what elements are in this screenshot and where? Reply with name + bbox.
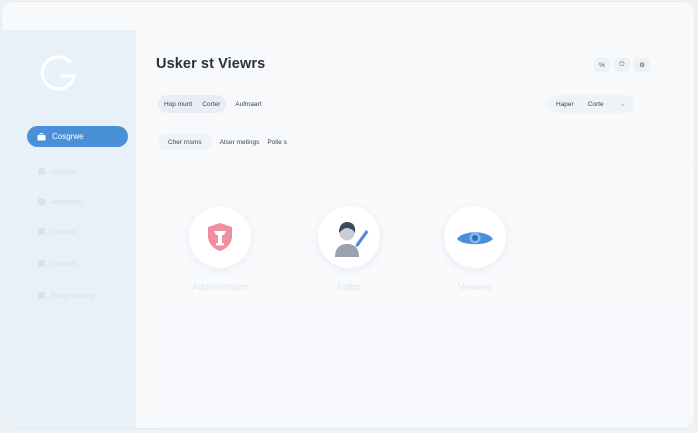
sidebar-item-3[interactable]: Cnogas <box>38 224 130 238</box>
app-logo <box>40 55 76 91</box>
sidebar-item-active[interactable]: Cosgrwe <box>27 126 128 147</box>
role-card-editor[interactable]: Editor <box>289 206 409 293</box>
sidebar-item-4[interactable]: Cslsors <box>38 256 130 270</box>
role-icon-circle <box>444 206 506 268</box>
role-card-administrator[interactable]: Administrator <box>160 206 280 293</box>
filter-select[interactable]: Haper Corte ⌄ <box>548 95 634 113</box>
role-card-viewers[interactable]: Viewers <box>415 206 535 293</box>
user-icon <box>38 167 45 175</box>
filter-select-label: Haper <box>556 100 574 108</box>
role-label: Editor <box>336 282 362 293</box>
secondary-filter-row: Cher rnsms Atser metings Polle s <box>158 134 287 150</box>
filter-link[interactable]: Atser metings <box>220 139 260 146</box>
sidebar: Cosgrwe Gsnens Amnndng Cnogas Cslsors Ba… <box>2 30 136 428</box>
sidebar-item-label: Baag ssmagn <box>51 290 97 300</box>
role-label: Administrator <box>192 282 248 293</box>
sidebar-item-1[interactable]: Gsnens <box>38 164 130 178</box>
chevron-down-icon: ⌄ <box>619 101 626 108</box>
header-actions: % ⏻ ⚙ <box>594 58 650 72</box>
filter-link[interactable]: Polle s <box>267 139 287 146</box>
eye-icon <box>457 232 493 245</box>
filter-bar: Hop munt Corter Aufmaart <box>158 95 262 113</box>
sidebar-item-label: Gsnens <box>51 166 77 176</box>
page-title: Usker st Viewrs <box>156 56 266 72</box>
roles-panel: Administrator Editor Viewers <box>156 160 692 428</box>
user-icon <box>38 227 45 235</box>
briefcase-icon <box>37 132 46 140</box>
main-panel: Usker st Viewrs % ⏻ ⚙ Hop munt Corter Au… <box>136 2 694 428</box>
roles-panel-footer <box>156 308 692 428</box>
sidebar-item-label: Cslsors <box>51 258 77 268</box>
app-window: Cosgrwe Gsnens Amnndng Cnogas Cslsors Ba… <box>2 2 694 428</box>
lock-icon[interactable]: ⏻ <box>614 58 630 72</box>
sidebar-item-active-label: Cosgrwe <box>52 132 84 141</box>
role-icon-circle <box>318 206 380 268</box>
sidebar-item-label: Amnndng <box>51 196 84 206</box>
clock-icon <box>38 259 45 267</box>
sidebar-item-label: Cnogas <box>51 226 77 236</box>
role-icon-circle <box>189 206 251 268</box>
filter-chip[interactable]: Cher rnsms <box>158 134 212 150</box>
editor-person-icon <box>335 222 369 257</box>
sidebar-item-2[interactable]: Amnndng <box>38 194 130 208</box>
gear-icon <box>38 197 45 205</box>
filter-chip-group: Hop munt Corter <box>158 95 227 113</box>
filter-chip[interactable]: Aufmaart <box>235 101 261 108</box>
role-label: Viewers <box>458 282 492 293</box>
filter-chip[interactable]: Corter <box>202 101 220 108</box>
gear-icon <box>38 291 45 299</box>
translate-icon[interactable]: % <box>594 58 610 72</box>
filter-select-value: Corte <box>587 100 604 108</box>
shield-icon <box>208 223 232 251</box>
filter-chip[interactable]: Hop munt <box>164 101 192 108</box>
sidebar-item-5[interactable]: Baag ssmagn <box>38 288 130 302</box>
settings-icon[interactable]: ⚙ <box>634 58 650 72</box>
